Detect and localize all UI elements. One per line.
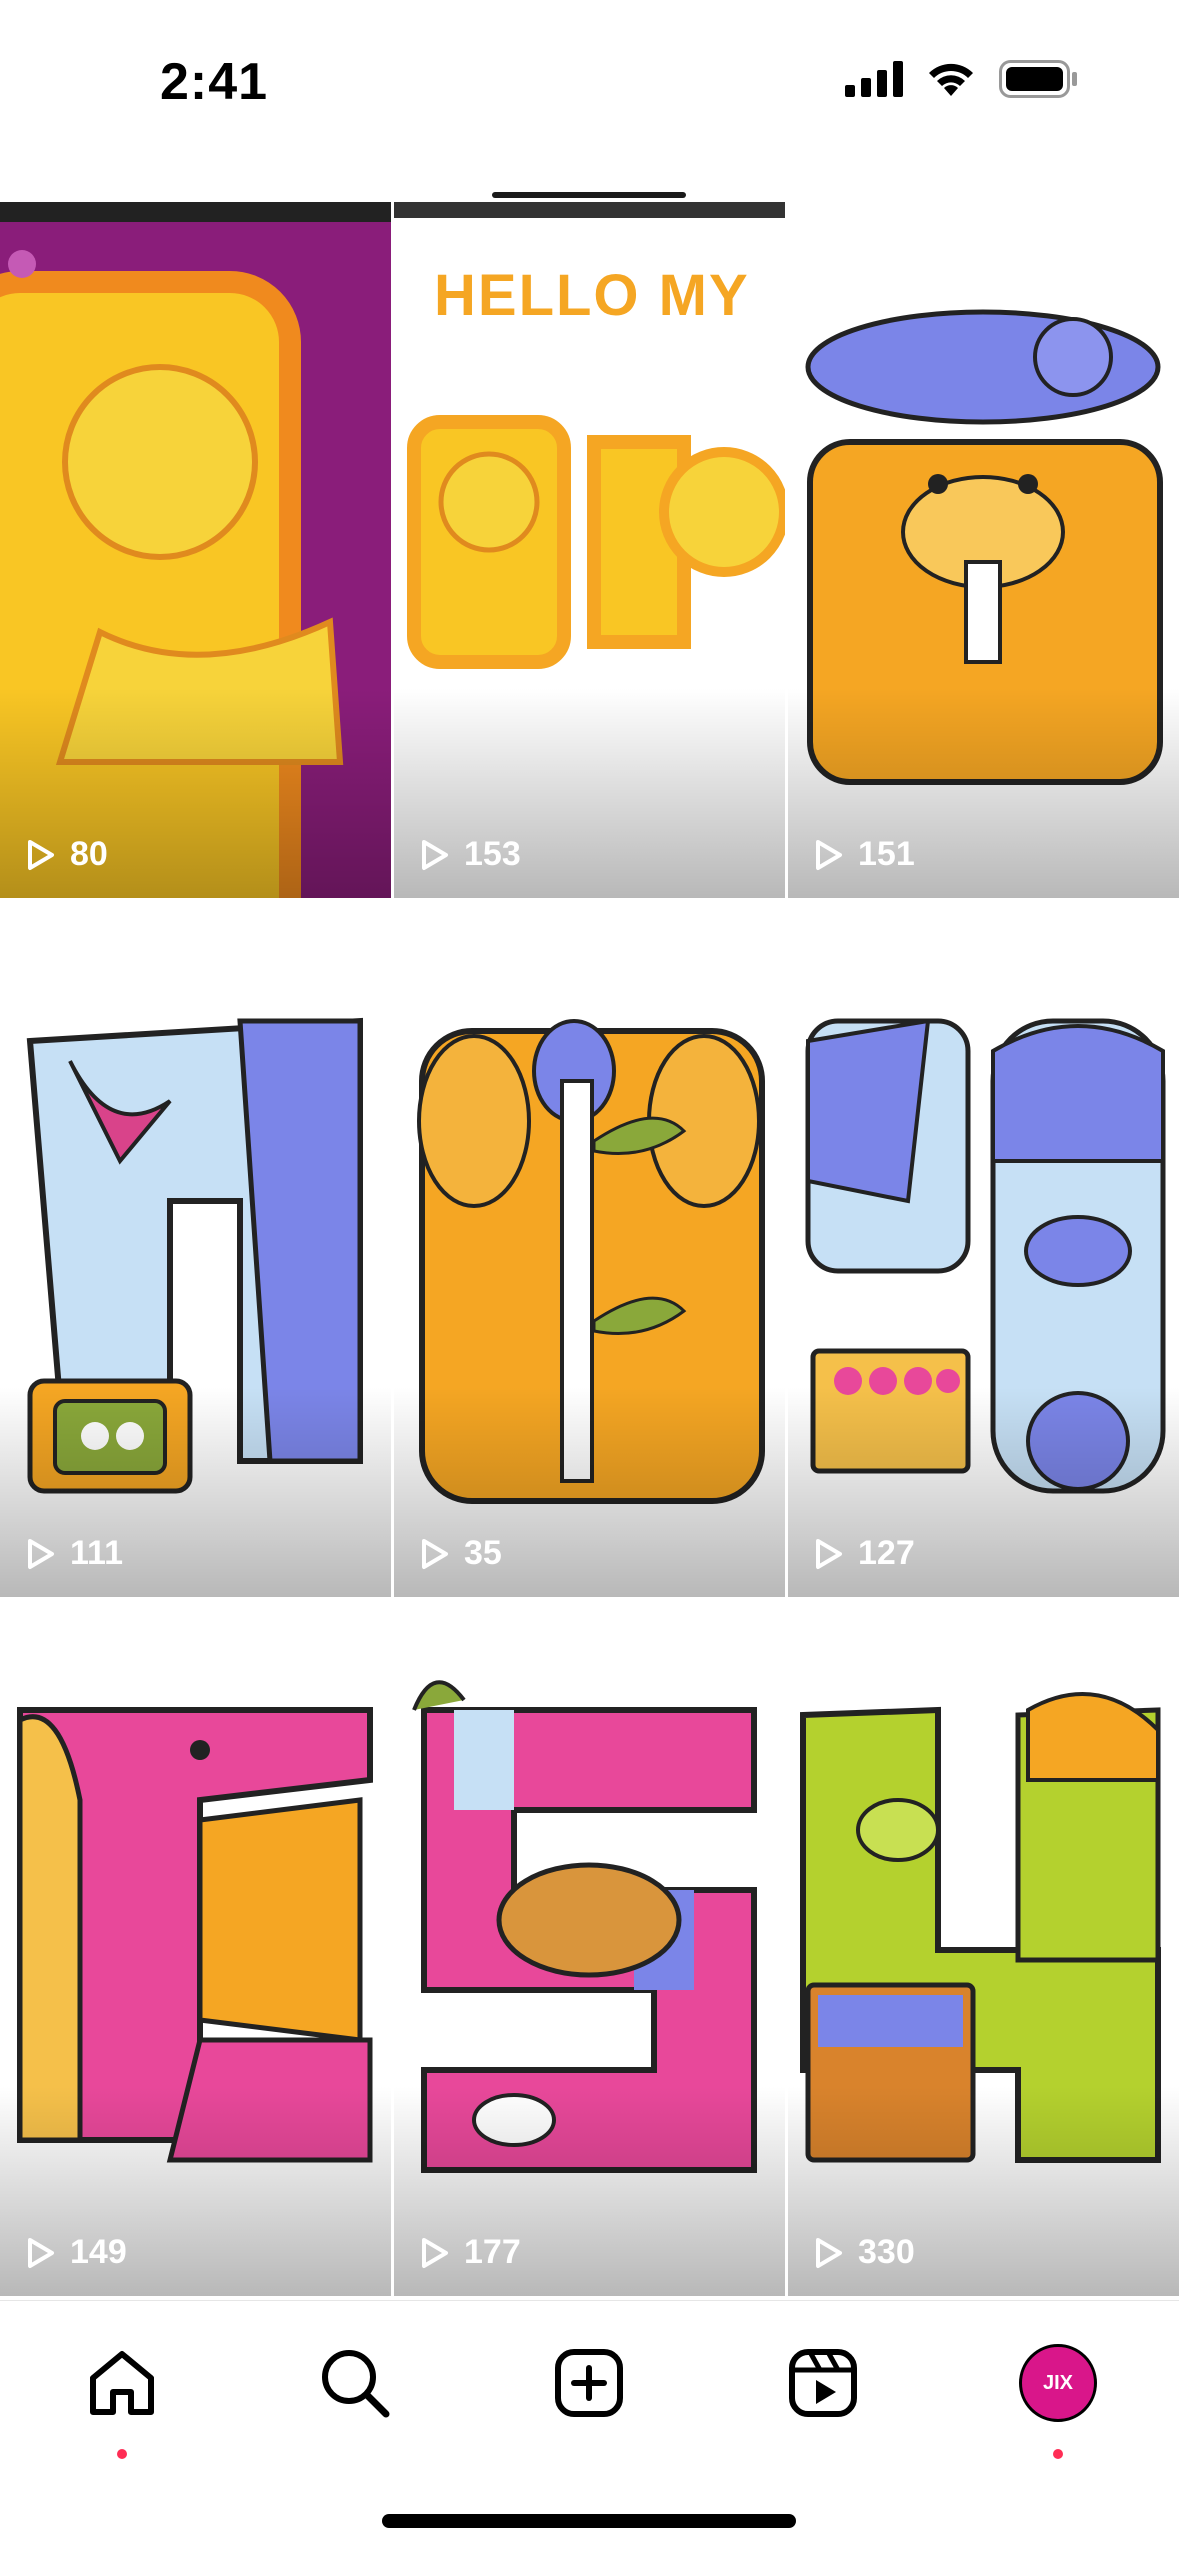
play-icon <box>28 839 54 870</box>
play-icon <box>816 839 842 870</box>
play-icon <box>422 839 448 870</box>
reel-tile-1[interactable]: 80 <box>0 202 391 898</box>
reel-tile-6[interactable]: 127 <box>788 901 1179 1597</box>
battery-icon <box>999 60 1079 103</box>
create-icon <box>555 2349 623 2417</box>
wifi-icon <box>925 60 977 103</box>
reel-tile-5[interactable]: 35 <box>394 901 785 1597</box>
tab-search[interactable] <box>305 2333 405 2433</box>
home-indicator <box>382 2514 796 2528</box>
play-icon <box>422 1538 448 1569</box>
tab-create[interactable] <box>539 2333 639 2433</box>
tab-home[interactable] <box>72 2333 172 2433</box>
profile-activity-dot <box>1053 2449 1063 2459</box>
view-count: 80 <box>26 835 108 874</box>
play-icon <box>28 2237 54 2268</box>
search-icon <box>322 2350 390 2418</box>
home-activity-dot <box>117 2449 127 2459</box>
status-bar: 2:41 <box>0 0 1179 200</box>
view-count: 330 <box>814 2233 915 2272</box>
play-icon <box>816 2237 842 2268</box>
reel-tile-3[interactable]: 151 <box>788 202 1179 898</box>
view-count: 177 <box>420 2233 521 2272</box>
reels-icon <box>789 2349 857 2417</box>
tab-profile[interactable]: JIX <box>1008 2333 1108 2433</box>
play-icon <box>28 1538 54 1569</box>
view-count: 127 <box>814 1534 915 1573</box>
play-icon <box>422 2237 448 2268</box>
view-count: 151 <box>814 835 915 874</box>
reel-tile-2[interactable]: HELLO MY 153 <box>394 202 785 898</box>
tab-reels[interactable] <box>773 2333 873 2433</box>
thumbnail-text: HELLO MY <box>434 263 750 328</box>
cellular-signal-icon <box>845 61 903 102</box>
view-count: 35 <box>420 1534 502 1573</box>
view-count: 153 <box>420 835 521 874</box>
sheet-grabber[interactable] <box>492 192 686 198</box>
profile-avatar: JIX <box>1019 2344 1097 2422</box>
reel-tile-7[interactable]: 149 <box>0 1600 391 2296</box>
play-icon <box>816 1538 842 1569</box>
status-time: 2:41 <box>160 53 269 111</box>
reel-tile-4[interactable]: 111 <box>0 901 391 1597</box>
home-icon <box>90 2351 154 2415</box>
reel-tile-8[interactable]: 177 <box>394 1600 785 2296</box>
reel-tile-9[interactable]: 330 <box>788 1600 1179 2296</box>
view-count: 111 <box>26 1534 123 1573</box>
status-icons <box>845 60 1079 103</box>
view-count: 149 <box>26 2233 127 2272</box>
